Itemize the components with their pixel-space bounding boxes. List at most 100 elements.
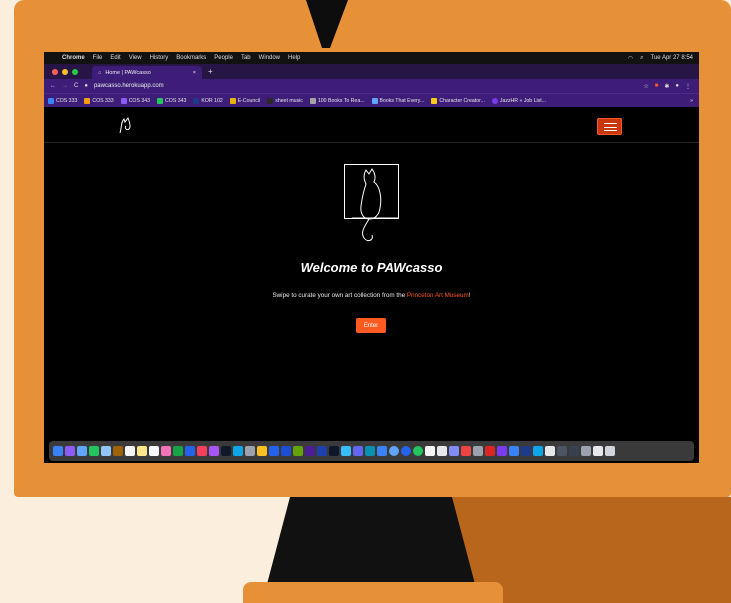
app-icon[interactable] — [473, 446, 483, 456]
app-icon[interactable] — [377, 446, 387, 456]
enter-button[interactable]: Enter — [356, 318, 386, 333]
app-icon[interactable] — [533, 446, 543, 456]
site-navbar — [44, 108, 699, 143]
calendar-icon[interactable] — [125, 446, 135, 456]
filezilla-icon[interactable] — [485, 446, 495, 456]
vpn-icon[interactable] — [281, 446, 291, 456]
star-icon[interactable]: ☆ — [643, 83, 648, 90]
museum-link[interactable]: Princeton Art Museum — [407, 292, 469, 299]
app-icon[interactable] — [317, 446, 327, 456]
menu-window[interactable]: Window — [259, 55, 280, 61]
forward-icon[interactable]: → — [62, 83, 68, 89]
bookmark[interactable]: KOR 102 — [193, 97, 223, 104]
reminders-icon[interactable] — [149, 446, 159, 456]
menu-help[interactable]: Help — [288, 55, 300, 61]
app-icon[interactable] — [461, 446, 471, 456]
extension-icon[interactable]: ■ — [655, 83, 659, 90]
wifi-icon[interactable]: ◠ — [628, 55, 633, 62]
tab-title: Home | PAWcasso — [105, 69, 151, 76]
bookmark[interactable]: E-Council — [229, 97, 260, 104]
spotify-icon[interactable] — [413, 446, 423, 456]
contacts-icon[interactable] — [113, 446, 123, 456]
menu-file[interactable]: File — [93, 55, 103, 61]
launchpad-icon[interactable] — [65, 446, 75, 456]
menu-bookmarks[interactable]: Bookmarks — [176, 55, 206, 61]
back-icon[interactable]: ← — [50, 83, 56, 89]
app-icon[interactable] — [401, 446, 411, 456]
bookmarks-bar: COS 333 COS 333 COS 343 COS 343 KOR 102 … — [44, 93, 699, 107]
facetime-icon[interactable] — [173, 446, 183, 456]
app-icon[interactable] — [329, 446, 339, 456]
menu-app-name[interactable]: Chrome — [62, 55, 85, 61]
new-tab-button[interactable]: + — [208, 67, 213, 76]
maximize-window-button[interactable] — [72, 68, 78, 75]
settings-icon[interactable] — [245, 446, 255, 456]
music-icon[interactable] — [197, 446, 207, 456]
bookmarks-overflow[interactable]: » — [690, 98, 699, 104]
bookmark[interactable]: JazzHR » Job List... — [491, 97, 546, 104]
app-icon[interactable] — [365, 446, 375, 456]
monitor-base — [243, 582, 503, 603]
photos-icon[interactable] — [161, 446, 171, 456]
downloads-icon[interactable] — [581, 446, 591, 456]
app-icon[interactable] — [569, 446, 579, 456]
bookmark[interactable]: COS 343 — [157, 97, 186, 104]
app-icon[interactable] — [521, 446, 531, 456]
reload-icon[interactable]: C — [74, 83, 78, 89]
notion-icon[interactable] — [425, 446, 435, 456]
cat-logo-icon[interactable] — [118, 116, 134, 134]
bookmark[interactable]: COS 343 — [120, 97, 150, 104]
bookmark[interactable]: sheet music — [267, 97, 303, 104]
bookmark-icon — [229, 97, 236, 104]
close-tab-icon[interactable]: × — [193, 70, 196, 76]
folder-icon[interactable] — [593, 446, 603, 456]
safari-icon[interactable] — [77, 446, 87, 456]
app-icon[interactable] — [353, 446, 363, 456]
minecraft-icon[interactable] — [293, 446, 303, 456]
bookmark[interactable]: Character Creator... — [431, 97, 485, 104]
trash-icon[interactable] — [605, 446, 615, 456]
tv-icon[interactable] — [221, 446, 231, 456]
tab-home[interactable]: ⌂ Home | PAWcasso × — [92, 66, 202, 79]
hamburger-line — [604, 130, 617, 132]
app-icon[interactable] — [557, 446, 567, 456]
vscode-icon[interactable] — [509, 446, 519, 456]
bookmark[interactable]: COS 333 — [84, 97, 114, 104]
puzzle-icon[interactable]: ✱ — [664, 83, 669, 90]
app-icon[interactable] — [341, 446, 351, 456]
bookmark[interactable]: 100 Books To Rea... — [309, 97, 365, 104]
podcasts-icon[interactable] — [209, 446, 219, 456]
menu-toggle-button[interactable] — [597, 118, 622, 135]
hamburger-line — [604, 123, 617, 125]
preview-icon[interactable] — [545, 446, 555, 456]
menubar-clock[interactable]: Tue Apr 27 8:54 — [651, 55, 693, 61]
finder-icon[interactable] — [53, 446, 63, 456]
close-window-button[interactable] — [52, 68, 58, 75]
keynote-icon[interactable] — [185, 446, 195, 456]
menu-tab[interactable]: Tab — [241, 55, 251, 61]
kebab-menu-icon[interactable]: ⋮ — [685, 83, 691, 90]
url-field[interactable]: pawcasso.herokuapp.com — [94, 83, 164, 89]
mail-icon[interactable] — [101, 446, 111, 456]
notes-icon[interactable] — [137, 446, 147, 456]
app-icon[interactable] — [389, 446, 399, 456]
menu-people[interactable]: People — [214, 55, 233, 61]
app-store-icon[interactable] — [233, 446, 243, 456]
messages-icon[interactable] — [89, 446, 99, 456]
chrome-icon[interactable] — [257, 446, 267, 456]
bookmark[interactable]: Books That Every... — [371, 97, 424, 104]
app-icon[interactable] — [305, 446, 315, 456]
bookmark[interactable]: COS 333 — [48, 97, 77, 104]
minimize-window-button[interactable] — [62, 68, 68, 75]
bookmark-icon — [120, 97, 127, 104]
word-icon[interactable] — [269, 446, 279, 456]
search-icon[interactable]: ⌕ — [640, 55, 643, 62]
xd-icon[interactable] — [497, 446, 507, 456]
menu-history[interactable]: History — [150, 55, 169, 61]
profile-icon[interactable]: ● — [675, 83, 679, 90]
app-icon[interactable] — [437, 446, 447, 456]
menu-view[interactable]: View — [129, 55, 142, 61]
menu-edit[interactable]: Edit — [110, 55, 120, 61]
app-icon[interactable] — [449, 446, 459, 456]
bookmark-icon — [193, 97, 200, 104]
